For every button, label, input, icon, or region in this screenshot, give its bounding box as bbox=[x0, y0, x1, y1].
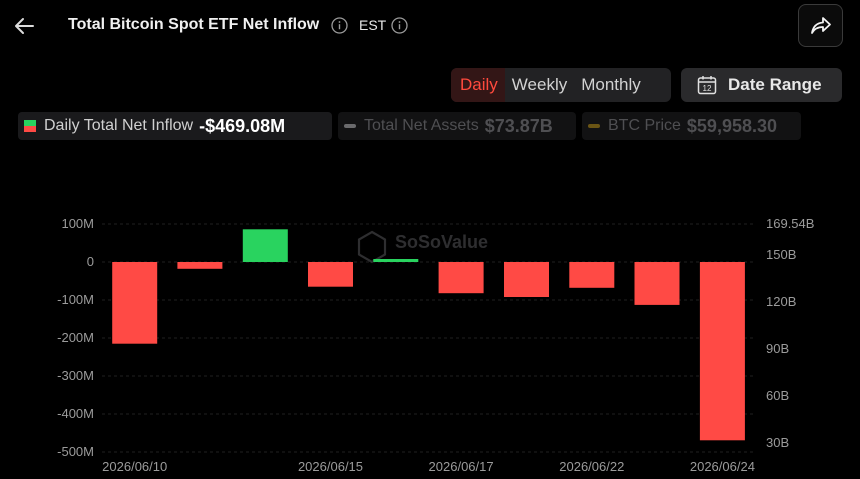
line-swatch-icon bbox=[588, 124, 600, 128]
y-right-tick: 60B bbox=[766, 388, 789, 403]
back-arrow-icon[interactable] bbox=[12, 13, 38, 39]
calendar-day-text: 12 bbox=[703, 84, 712, 93]
inflow-bar[interactable] bbox=[242, 229, 288, 262]
inflow-bar[interactable] bbox=[504, 262, 549, 297]
y-left-tick: 100M bbox=[61, 216, 94, 231]
timezone-label: EST bbox=[359, 17, 387, 33]
net-inflow-bar-chart: SoSoValue 100M 0 -100M -200M -300M -400M -500M… bbox=[57, 216, 814, 474]
inflow-bar[interactable] bbox=[699, 262, 745, 441]
calendar-icon: 12 bbox=[697, 76, 717, 95]
y-right-tick: 150B bbox=[766, 247, 796, 262]
page-title: Total Bitcoin Spot ETF Net Inflow bbox=[68, 16, 320, 33]
x-axis-tick: 2026/06/15 bbox=[298, 459, 363, 474]
legend-value: $59,958.30 bbox=[686, 115, 777, 136]
inflow-bar[interactable] bbox=[112, 262, 158, 344]
inflow-bar[interactable] bbox=[308, 262, 353, 287]
legend-daily-net-inflow[interactable]: Daily Total Net Inflow -$469.08M bbox=[18, 112, 332, 140]
y-right-tick: 90B bbox=[766, 341, 789, 356]
tab-monthly[interactable]: Monthly bbox=[574, 68, 648, 102]
legend-total-net-assets[interactable]: Total Net Assets $73.87B bbox=[338, 112, 576, 140]
watermark-logo-icon bbox=[357, 230, 387, 264]
y-left-tick: -200M bbox=[57, 330, 94, 345]
info-icon[interactable] bbox=[331, 17, 348, 34]
tab-daily[interactable]: Daily bbox=[451, 68, 505, 102]
y-right-tick: 30B bbox=[766, 435, 789, 450]
share-button[interactable] bbox=[798, 4, 843, 47]
period-selector: Daily Weekly Monthly bbox=[451, 68, 671, 102]
watermark-text: SoSoValue bbox=[395, 232, 488, 252]
y-right-tick: 120B bbox=[766, 294, 796, 309]
tab-weekly[interactable]: Weekly bbox=[505, 68, 574, 102]
y-right-tick: 169.54B bbox=[766, 216, 814, 231]
y-left-tick: 0 bbox=[87, 254, 94, 269]
legend-value: $73.87B bbox=[484, 115, 553, 136]
x-axis-tick: 2026/06/17 bbox=[429, 459, 494, 474]
date-range-button[interactable]: 12 Date Range bbox=[681, 68, 842, 102]
line-swatch-icon bbox=[344, 124, 356, 128]
y-left-tick: -400M bbox=[57, 406, 94, 421]
watermark: SoSoValue bbox=[357, 230, 488, 264]
legend-label: BTC Price bbox=[608, 117, 681, 134]
x-axis-tick: 2026/06/10 bbox=[102, 459, 167, 474]
bicolor-swatch-icon bbox=[24, 120, 36, 132]
legend-label: Total Net Assets bbox=[364, 117, 479, 134]
header: Total Bitcoin Spot ETF Net Inflow EST bbox=[0, 0, 860, 52]
x-axis-tick: 2026/06/22 bbox=[559, 459, 624, 474]
inflow-bar[interactable] bbox=[177, 262, 223, 269]
inflow-bar[interactable] bbox=[634, 262, 680, 305]
share-icon bbox=[810, 16, 831, 34]
y-left-tick: -500M bbox=[57, 444, 94, 459]
inflow-bar[interactable] bbox=[569, 262, 615, 288]
y-left-tick: -100M bbox=[57, 292, 94, 307]
date-range-label: Date Range bbox=[728, 75, 822, 94]
inflow-bar[interactable] bbox=[373, 259, 419, 262]
legend-btc-price[interactable]: BTC Price $59,958.30 bbox=[582, 112, 801, 140]
timezone-info-icon[interactable] bbox=[391, 17, 408, 34]
inflow-bar[interactable] bbox=[438, 262, 484, 294]
y-left-tick: -300M bbox=[57, 368, 94, 383]
legend-label: Daily Total Net Inflow bbox=[44, 117, 194, 134]
x-axis-tick: 2026/06/24 bbox=[690, 459, 755, 474]
legend-value: -$469.08M bbox=[199, 115, 286, 136]
